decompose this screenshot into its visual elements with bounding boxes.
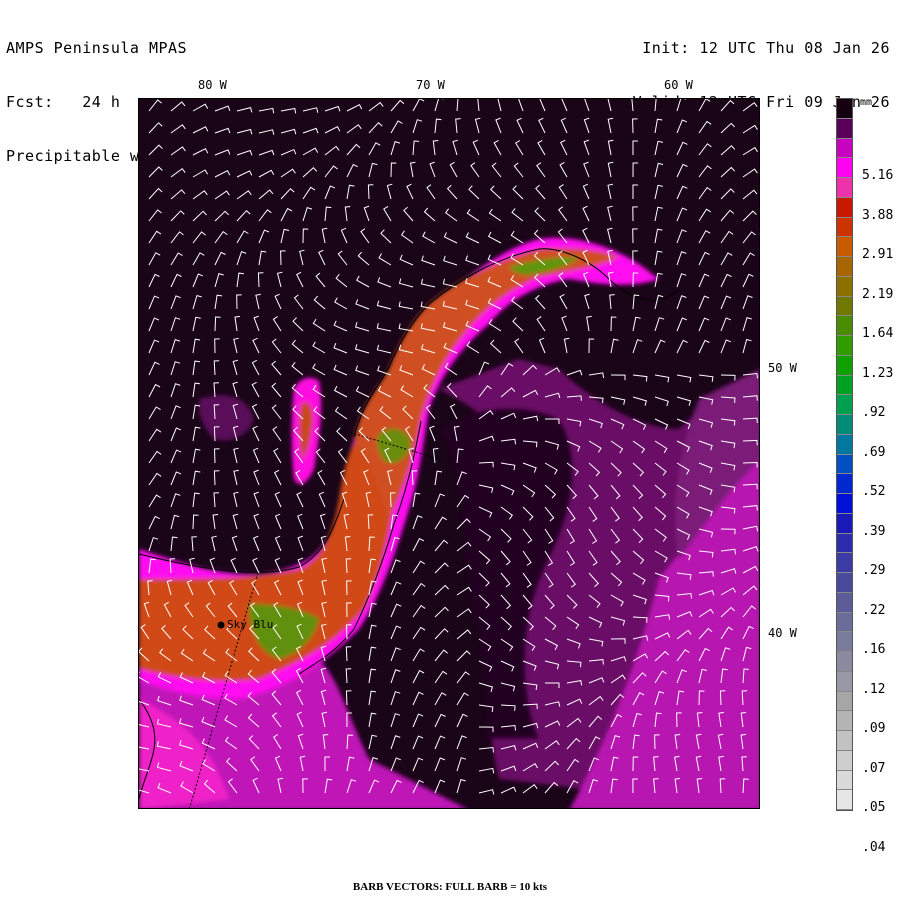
colorbar-swatch [837, 652, 852, 672]
colorbar-tick-label: .52 [862, 484, 886, 499]
barb-legend: BARB VECTORS: FULL BARB = 10 kts [352, 881, 548, 893]
lon-label-70w: 70 W [416, 78, 445, 92]
colorbar-swatch [837, 296, 852, 317]
colorbar-swatch [837, 770, 852, 791]
colorbar-swatch [837, 158, 852, 178]
colorbar-tick-label: .22 [862, 602, 886, 618]
sky-blu-station-label: Sky Blu [227, 618, 274, 631]
map-panel: Sky Blu [138, 98, 760, 809]
colorbar-swatch [837, 178, 852, 198]
colorbar-swatch [837, 711, 852, 731]
colorbar-tick-label: .29 [862, 563, 886, 578]
colorbar-swatch [837, 415, 852, 435]
colorbar-swatch [837, 375, 852, 396]
lon-label-60w: 60 W [664, 78, 693, 92]
colorbar-tick-label: 2.91 [862, 247, 894, 262]
model-title: AMPS Peninsula MPAS [6, 39, 188, 57]
colorbar-swatch [837, 612, 852, 633]
colorbar-swatch [837, 197, 852, 218]
colorbar-swatch [837, 217, 852, 238]
colorbar-swatch [837, 434, 852, 455]
colorbar-swatch [837, 632, 852, 652]
lon-label-80w: 80 W [198, 78, 227, 92]
colorbar-tick-label: .39 [862, 523, 886, 539]
colorbar-tick-label: .05 [862, 800, 886, 815]
lat-label-40w: 40 W [768, 626, 797, 640]
colorbar-tick-label: 2.19 [862, 286, 894, 302]
colorbar-tick-label: 1.64 [862, 326, 894, 341]
colorbar-tick-label: .07 [862, 760, 886, 776]
colorbar-tick-label: .04 [862, 839, 886, 855]
colorbar-swatch [837, 336, 852, 356]
colorbar-tick-label: .92 [862, 405, 886, 420]
colorbar-tick-label: .16 [862, 642, 886, 657]
colorbar-tick-label: .09 [862, 721, 886, 736]
colorbar-tick-label: 5.16 [862, 168, 894, 183]
colorbar-swatch [837, 474, 852, 494]
colorbar-swatch [837, 671, 852, 692]
map-field [139, 99, 759, 808]
colorbar-swatch [837, 276, 852, 297]
colorbar-swatch [837, 118, 852, 139]
colorbar-tick-label: 3.88 [862, 207, 894, 223]
colorbar-swatch [837, 355, 852, 376]
colorbar-swatch [837, 533, 852, 554]
colorbar-swatch [837, 454, 852, 475]
colorbar-swatch [837, 790, 852, 810]
colorbar [836, 98, 853, 811]
lat-label-50w: 50 W [768, 361, 797, 375]
colorbar-swatch [837, 237, 852, 257]
colorbar-swatch [837, 138, 852, 159]
colorbar-swatch [837, 257, 852, 277]
colorbar-swatch [837, 750, 852, 771]
colorbar-swatch [837, 395, 852, 415]
colorbar-swatch [837, 691, 852, 712]
colorbar-tick-label: .12 [862, 681, 886, 697]
sky-blu-station-marker [217, 621, 225, 629]
colorbar-swatch [837, 553, 852, 573]
colorbar-swatch [837, 573, 852, 593]
colorbar-swatch [837, 494, 852, 514]
colorbar-unit: mm [860, 97, 873, 108]
colorbar-tick-label: 1.23 [862, 365, 894, 381]
init-time: Init: 12 UTC Thu 08 Jan 26 [642, 39, 890, 57]
colorbar-swatch [837, 513, 852, 534]
colorbar-swatch [837, 316, 852, 336]
colorbar-swatch [837, 731, 852, 751]
colorbar-tick-label: .69 [862, 444, 886, 460]
colorbar-swatch [837, 99, 852, 119]
colorbar-swatch [837, 592, 852, 613]
